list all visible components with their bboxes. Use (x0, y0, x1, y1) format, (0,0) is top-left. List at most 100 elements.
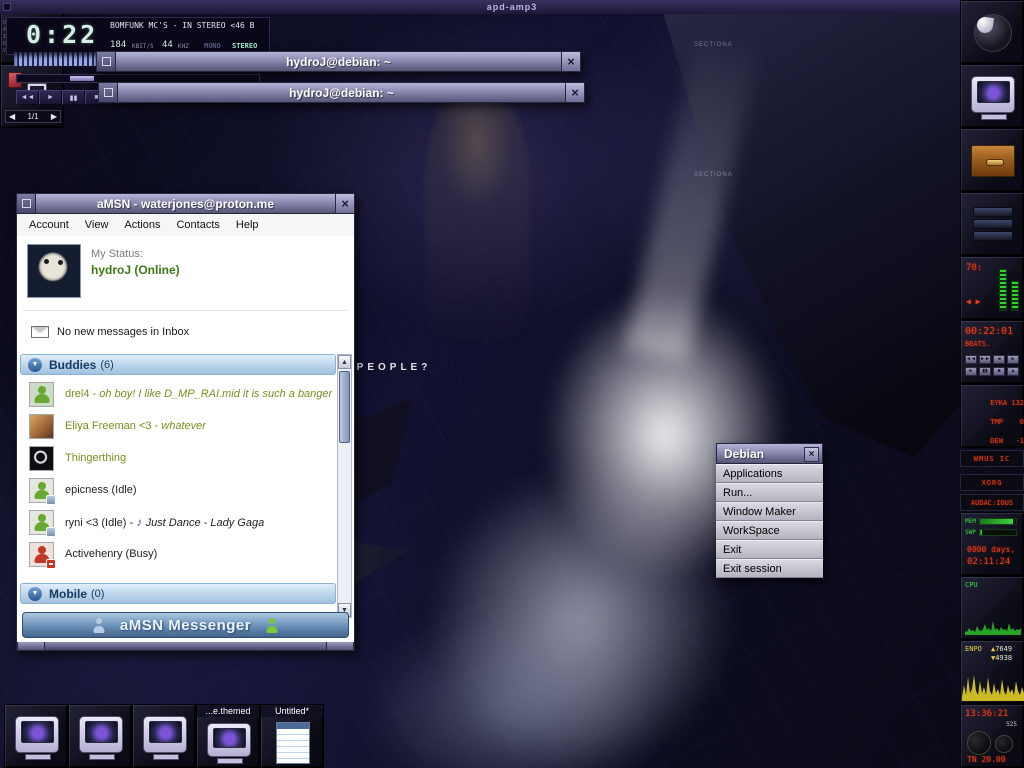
net-tx: 7649 (995, 645, 1012, 653)
net-rx: 4938 (995, 654, 1012, 662)
buddy-row-thingerthing[interactable]: Thingerthing (29, 442, 339, 474)
dock-app-weather[interactable]: EYKA 1320 TMP 0°C DEW -1°C PRS 1016 HUM … (960, 384, 1024, 448)
buddy-row-ryni[interactable]: ryni <3 (Idle) - ♪ Just Dance - Lady Gag… (29, 506, 339, 538)
status-value[interactable]: hydroJ (Online) (91, 263, 180, 277)
miniwindow-untitled[interactable]: Untitled* (260, 704, 324, 768)
dock-strip-wmusic[interactable]: WMUS IC (960, 450, 1024, 467)
menu-item-workspace[interactable]: WorkSpace (716, 521, 823, 540)
close-icon[interactable]: × (804, 447, 819, 462)
mixer-arrows-icon[interactable]: ◀ ▶ (966, 297, 980, 306)
previous-icon[interactable]: ◄◄ (16, 90, 39, 105)
dock-app-terminal[interactable] (960, 64, 1024, 128)
window-menu-button[interactable] (99, 83, 118, 102)
amsn-footer-banner[interactable]: aMSN Messenger (22, 612, 349, 638)
close-icon[interactable]: × (565, 83, 584, 102)
chevron-down-icon[interactable]: ▼ (28, 587, 42, 601)
swap-label: SWP (965, 529, 976, 536)
window-menu-icon (102, 57, 111, 66)
wallpaper-statue (425, 85, 530, 340)
buddy-row-activehenry[interactable]: Activehenry (Busy) (29, 538, 339, 570)
group-mobile[interactable]: ▼ Mobile (0) (20, 583, 336, 604)
idle-badge (46, 495, 56, 505)
dock-app-drawer[interactable] (960, 128, 1024, 192)
terminal-window-2[interactable]: hydroJ@debian: ~ × (98, 82, 585, 103)
dock-app-timer[interactable]: 00:22:01 BEATS. ◄◄ ►► ◄ ► ► ▮▮ ■ ▲ (960, 320, 1024, 384)
pager-bar: ◀ 1/1 ▶ (5, 110, 61, 123)
mono-indicator: MONO (204, 42, 221, 50)
dock-app-meminfo[interactable]: MEM SWP 0000 days, 02:11:24 (960, 512, 1024, 576)
chevron-down-icon[interactable]: ▼ (28, 358, 42, 372)
next-icon[interactable]: ► (1007, 355, 1019, 364)
buddy-row-drel4[interactable]: drel4 - oh boy! I like D_MP_RAI.mid it i… (29, 378, 339, 410)
menu-item-applications[interactable]: Applications (716, 464, 823, 483)
track-title[interactable]: BOMFUNK MC'S - IN STEREO <46 B (110, 21, 268, 30)
pager-prev-icon[interactable]: ◀ (9, 112, 15, 121)
group-buddies[interactable]: ▼ Buddies (6) (20, 354, 336, 375)
dock-app-logo[interactable] (960, 0, 1024, 64)
resize-bar[interactable] (16, 642, 355, 651)
buddy-avatar (29, 446, 54, 471)
dock-strip-xorg[interactable]: XORG (960, 474, 1024, 491)
scroll-thumb[interactable] (339, 371, 350, 443)
dock-app-netmon[interactable]: ENPO ▲7649 ▼4938 (960, 640, 1024, 704)
pause-icon[interactable]: ▮▮ (979, 367, 991, 376)
menu-view[interactable]: View (77, 216, 117, 234)
wallpaper-label: SECTIONA (694, 42, 733, 48)
user-avatar[interactable] (27, 244, 81, 298)
close-icon[interactable]: × (335, 194, 354, 213)
uptime-days: 0000 days, (967, 545, 1015, 554)
eject-icon[interactable]: ▲ (1007, 367, 1019, 376)
prev-icon[interactable]: ◄ (993, 355, 1005, 364)
clock-bottom: TN 20.00 (967, 755, 1006, 764)
miniwindow-terminal-1[interactable] (4, 704, 68, 768)
play-icon[interactable]: ► (965, 367, 977, 376)
menu-help[interactable]: Help (228, 216, 267, 234)
drawer-icon (971, 145, 1015, 177)
pager-next-icon[interactable]: ▶ (51, 112, 57, 121)
rewind-icon[interactable]: ◄◄ (965, 355, 977, 364)
dock-app-mixer[interactable]: 70: ◀ ▶ (960, 256, 1024, 320)
monitor-icon (971, 76, 1015, 113)
vu-meter (999, 269, 1007, 311)
player-menu-icon[interactable] (3, 3, 11, 11)
player-titlebar[interactable]: apd-amp3 (0, 0, 1024, 14)
weather-station: EYKA 1320 (990, 399, 1024, 407)
menu-contacts[interactable]: Contacts (168, 216, 227, 234)
forward-icon[interactable]: ►► (979, 355, 991, 364)
spectrum-visualizer[interactable] (14, 52, 98, 66)
inbox-status[interactable]: No new messages in Inbox (57, 326, 189, 338)
pause-icon[interactable]: ▮▮ (62, 90, 85, 105)
clutterbar[interactable]: OAIDV (2, 20, 7, 55)
close-icon[interactable]: × (561, 52, 580, 71)
scrollbar[interactable]: ▲ ▼ (337, 354, 352, 618)
buddy-row-epicness[interactable]: epicness (Idle) (29, 474, 339, 506)
amsn-window: aMSN - waterjones@proton.me × Account Vi… (16, 193, 355, 651)
strip-label: XORG (982, 479, 1003, 487)
miniwindow-themed[interactable]: ...e.themed (196, 704, 260, 768)
window-menu-icon (104, 88, 113, 97)
uptime-time: 02:11:24 (967, 557, 1010, 567)
window-title: aMSN - waterjones@proton.me (36, 194, 335, 213)
buddy-row-eliya[interactable]: Eliya Freeman <3 - whatever (29, 410, 339, 442)
menu-item-exit-session[interactable]: Exit session (716, 559, 823, 578)
stop-icon[interactable]: ■ (993, 367, 1005, 376)
analog-clock-icon (967, 731, 991, 755)
miniwindow-terminal-2[interactable] (68, 704, 132, 768)
window-menu-button[interactable] (97, 52, 116, 71)
menu-account[interactable]: Account (21, 216, 77, 234)
terminal-window-1[interactable]: hydroJ@debian: ~ × (96, 51, 581, 72)
menu-item-run[interactable]: Run... (716, 483, 823, 502)
play-icon[interactable]: ► (39, 90, 62, 105)
miniwindow-terminal-3[interactable] (132, 704, 196, 768)
menu-item-exit[interactable]: Exit (716, 540, 823, 559)
dock-app-storage[interactable] (960, 192, 1024, 256)
window-menu-button[interactable] (17, 194, 36, 213)
seek-thumb[interactable] (69, 75, 95, 82)
dock-app-clock[interactable]: 13:36:21 525 TN 20.00 (960, 704, 1024, 768)
bitrate-label: KBIT/S (132, 43, 154, 50)
dock-app-cpu[interactable]: CPU (960, 576, 1024, 640)
menu-actions[interactable]: Actions (116, 216, 168, 234)
menu-item-window-maker[interactable]: Window Maker (716, 502, 823, 521)
scroll-up-icon[interactable]: ▲ (338, 355, 351, 369)
dock-strip-audacious[interactable]: AUDAC:IOUS (960, 494, 1024, 511)
